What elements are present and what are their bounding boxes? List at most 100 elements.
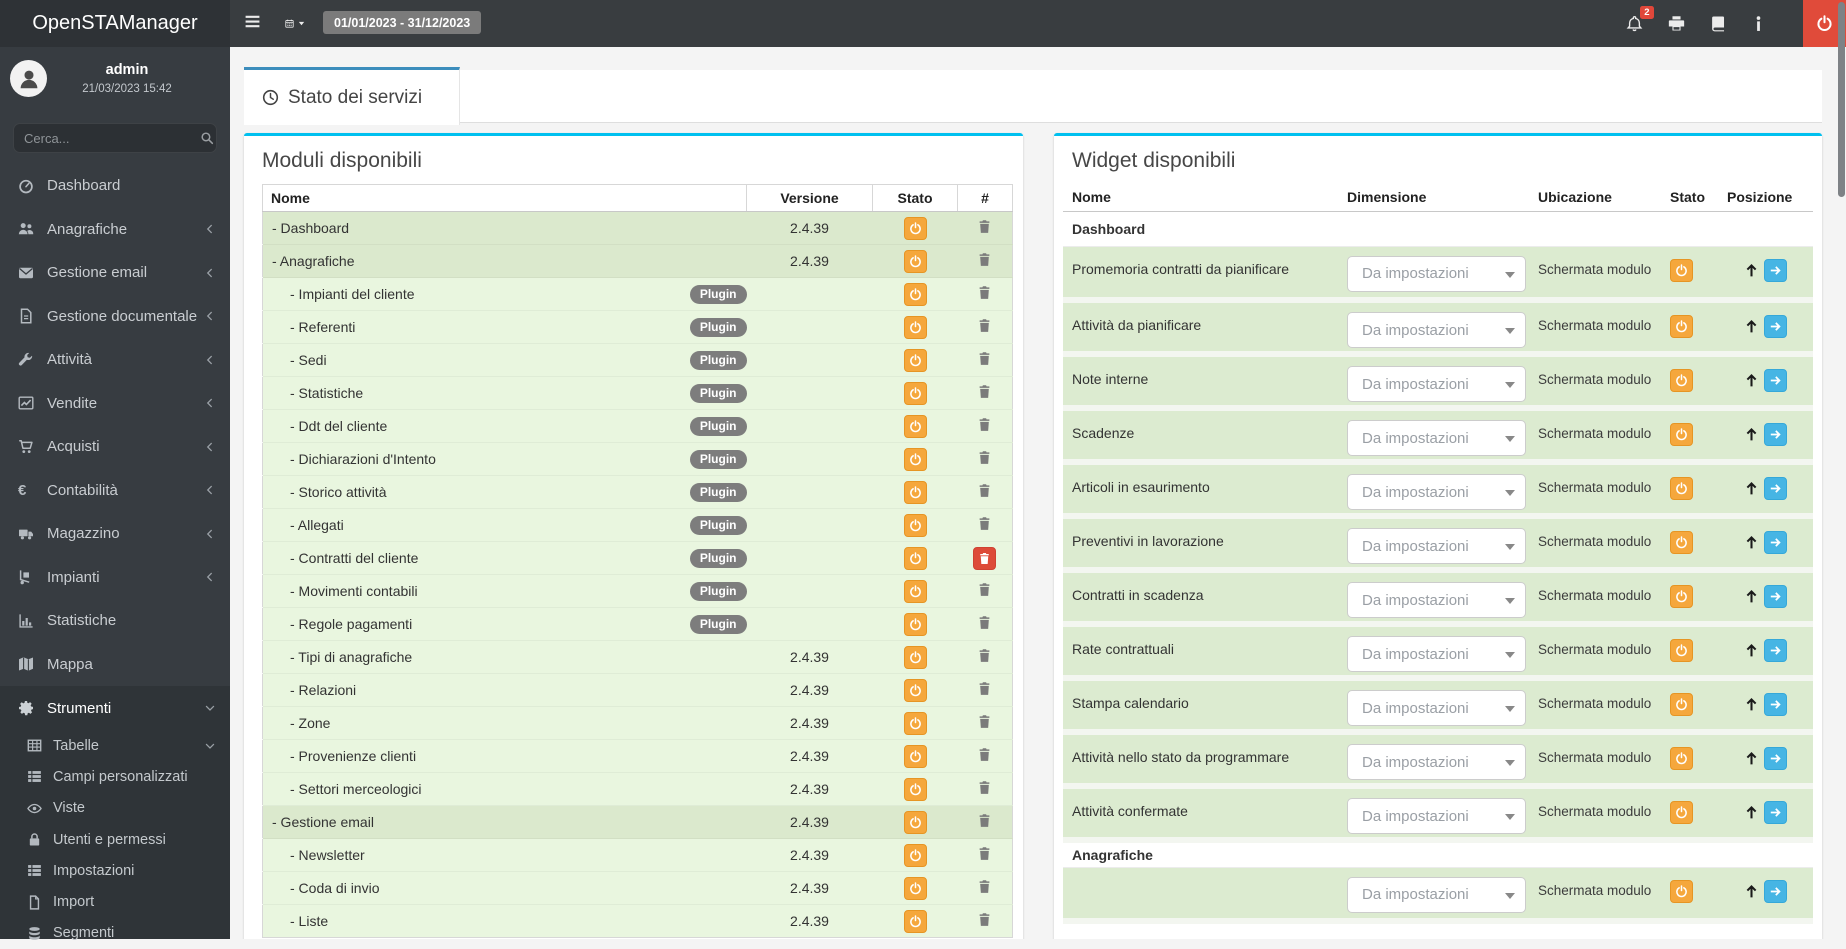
trash-icon[interactable] [977,516,992,531]
widget-toggle-button[interactable] [1670,585,1693,608]
sidebar-item-attività[interactable]: Attività [0,338,230,382]
trash-icon[interactable] [977,219,992,234]
sidebar-item-strumenti[interactable]: Strumenti [0,686,230,730]
trash-icon[interactable] [977,351,992,366]
widget-size-select[interactable]: Da impostazioni [1347,366,1526,402]
sidebar-item-anagrafiche[interactable]: Anagrafiche [0,208,230,252]
widget-size-select[interactable]: Da impostazioni [1347,312,1526,348]
widget-toggle-button[interactable] [1670,801,1693,824]
info-button[interactable] [1740,0,1776,47]
widget-size-select[interactable]: Da impostazioni [1347,744,1526,780]
sidebar-item-vendite[interactable]: Vendite [0,382,230,426]
move-up-button[interactable] [1744,697,1759,712]
move-up-button[interactable] [1744,643,1759,658]
print-button[interactable] [1656,0,1696,47]
move-position-button[interactable] [1764,639,1787,662]
module-toggle-button[interactable] [904,448,927,471]
widget-toggle-button[interactable] [1670,369,1693,392]
widget-size-select[interactable]: Da impostazioni [1347,474,1526,510]
module-toggle-button[interactable] [904,217,927,240]
move-up-button[interactable] [1744,805,1759,820]
module-toggle-button[interactable] [904,382,927,405]
module-toggle-button[interactable] [904,712,927,735]
trash-icon[interactable] [977,681,992,696]
widget-toggle-button[interactable] [1670,639,1693,662]
sidebar-subitem-tabelle[interactable]: Tabelle [0,730,230,761]
widget-size-select[interactable]: Da impostazioni [1347,798,1526,834]
trash-icon[interactable] [977,483,992,498]
move-position-button[interactable] [1764,315,1787,338]
move-position-button[interactable] [1764,747,1787,770]
search-input[interactable] [24,131,200,146]
module-toggle-button[interactable] [904,250,927,273]
sidebar-item-contabilità[interactable]: €Contabilità [0,469,230,513]
sidebar-subitem-viste[interactable]: Viste [0,793,230,824]
module-toggle-button[interactable] [904,580,927,603]
move-position-button[interactable] [1764,585,1787,608]
widget-size-select[interactable]: Da impostazioni [1347,528,1526,564]
widget-toggle-button[interactable] [1670,477,1693,500]
sidebar-subitem-campi-personalizzati[interactable]: Campi personalizzati [0,761,230,792]
move-up-button[interactable] [1744,427,1759,442]
module-toggle-button[interactable] [904,646,927,669]
move-position-button[interactable] [1764,880,1787,903]
move-up-button[interactable] [1744,319,1759,334]
move-position-button[interactable] [1764,369,1787,392]
sidebar-toggle-button[interactable] [238,0,266,47]
date-range-filter[interactable]: 01/01/2023 - 31/12/2023 [323,11,481,34]
widget-toggle-button[interactable] [1670,693,1693,716]
module-toggle-button[interactable] [904,844,927,867]
trash-icon[interactable] [977,912,992,927]
trash-icon[interactable] [977,582,992,597]
trash-icon[interactable] [977,780,992,795]
move-up-button[interactable] [1744,373,1759,388]
module-toggle-button[interactable] [904,877,927,900]
trash-icon[interactable] [977,813,992,828]
trash-icon[interactable] [977,318,992,333]
widget-size-select[interactable]: Da impostazioni [1347,256,1526,292]
sidebar-item-acquisti[interactable]: Acquisti [0,425,230,469]
widget-toggle-button[interactable] [1670,423,1693,446]
module-toggle-button[interactable] [904,283,927,306]
page-scrollbar[interactable] [1838,2,1845,197]
widget-toggle-button[interactable] [1670,747,1693,770]
move-up-button[interactable] [1744,589,1759,604]
sidebar-item-gestione-documentale[interactable]: Gestione documentale [0,295,230,339]
widget-toggle-button[interactable] [1670,259,1693,282]
widget-size-select[interactable]: Da impostazioni [1347,420,1526,456]
trash-icon[interactable] [977,879,992,894]
module-toggle-button[interactable] [904,778,927,801]
tab-stato-dei-servizi[interactable]: Stato dei servizi [244,67,460,125]
widget-size-select[interactable]: Da impostazioni [1347,636,1526,672]
module-delete-button[interactable] [973,547,996,570]
trash-icon[interactable] [977,648,992,663]
trash-icon[interactable] [977,846,992,861]
module-toggle-button[interactable] [904,415,927,438]
module-toggle-button[interactable] [904,613,927,636]
sidebar-subitem-impostazioni[interactable]: Impostazioni [0,855,230,886]
move-position-button[interactable] [1764,259,1787,282]
calendar-menu-button[interactable] [276,0,312,47]
move-up-button[interactable] [1744,535,1759,550]
move-up-button[interactable] [1744,751,1759,766]
move-position-button[interactable] [1764,477,1787,500]
module-toggle-button[interactable] [904,811,927,834]
sidebar-item-gestione-email[interactable]: Gestione email [0,251,230,295]
trash-icon[interactable] [977,285,992,300]
move-up-button[interactable] [1744,884,1759,899]
module-toggle-button[interactable] [904,349,927,372]
move-up-button[interactable] [1744,481,1759,496]
trash-icon[interactable] [977,450,992,465]
sidebar-item-magazzino[interactable]: Magazzino [0,512,230,556]
sidebar-subitem-utenti-e-permessi[interactable]: Utenti e permessi [0,824,230,855]
module-toggle-button[interactable] [904,910,927,933]
module-toggle-button[interactable] [904,745,927,768]
sidebar-item-dashboard[interactable]: Dashboard [0,164,230,208]
widget-toggle-button[interactable] [1670,531,1693,554]
move-position-button[interactable] [1764,423,1787,446]
move-position-button[interactable] [1764,531,1787,554]
sidebar-subitem-import[interactable]: Import [0,886,230,917]
module-toggle-button[interactable] [904,514,927,537]
module-toggle-button[interactable] [904,316,927,339]
trash-icon[interactable] [977,747,992,762]
